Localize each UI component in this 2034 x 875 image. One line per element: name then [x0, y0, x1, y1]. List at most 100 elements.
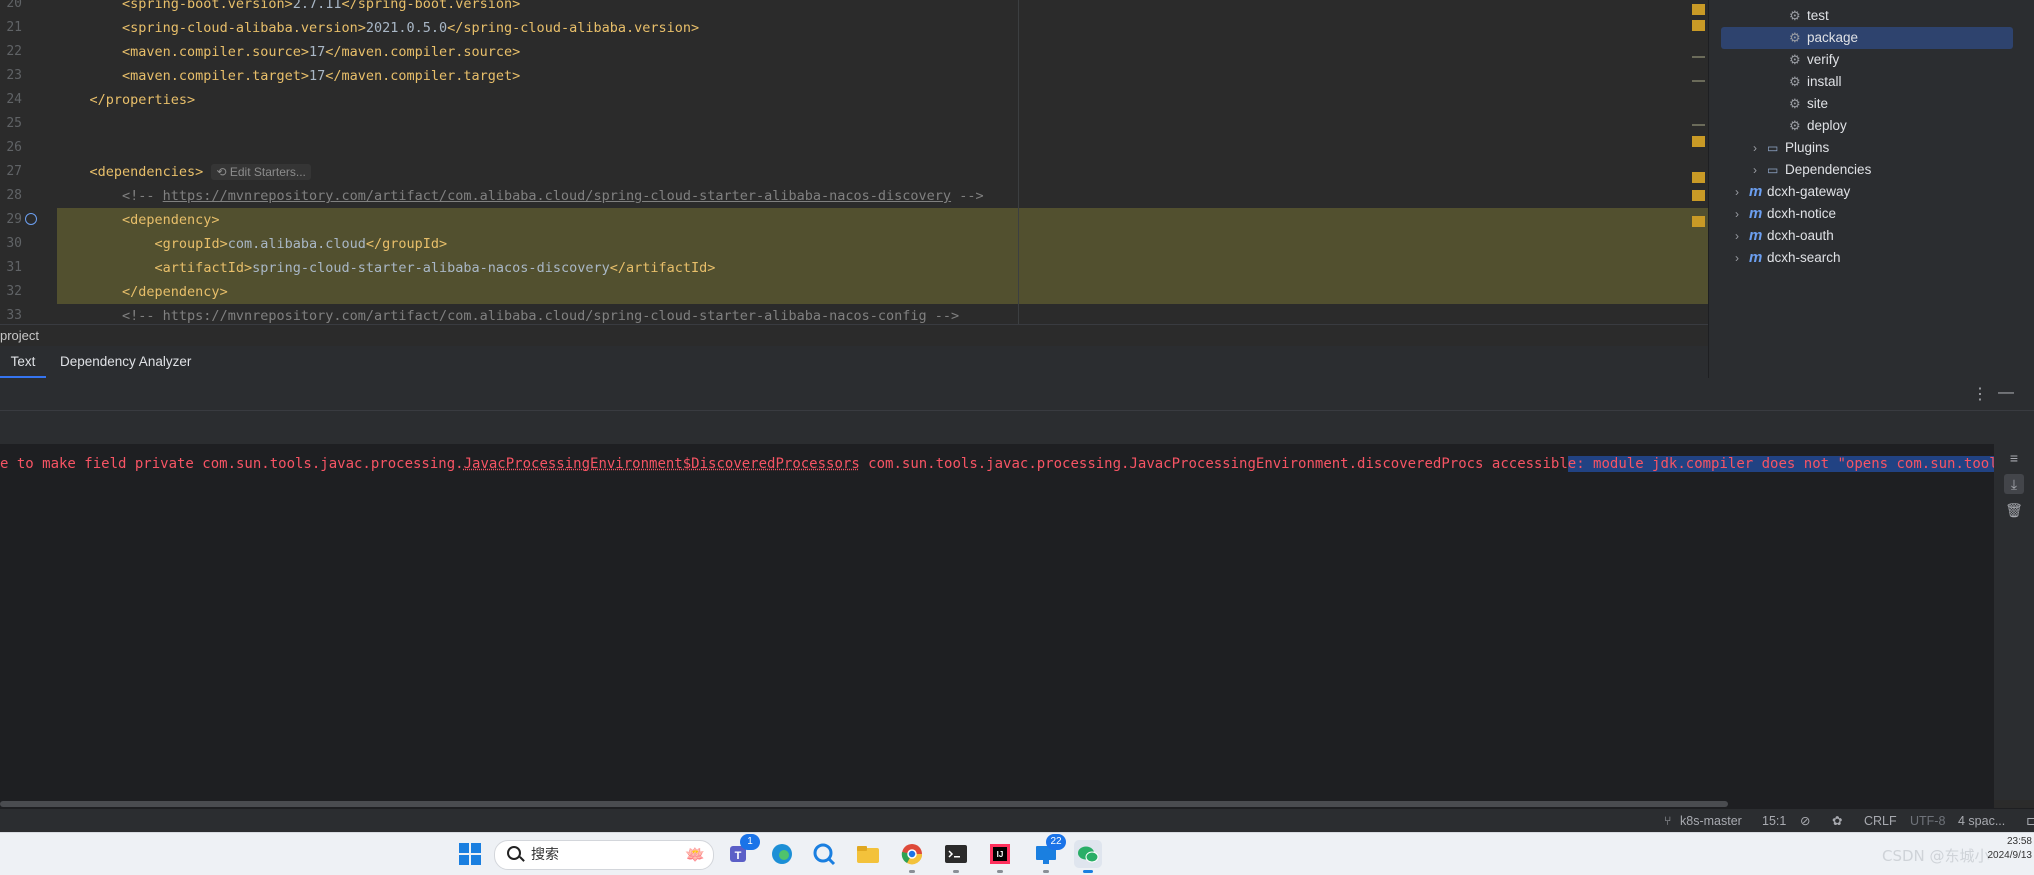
breadcrumb[interactable]: project [0, 324, 1708, 347]
warning-marker[interactable] [1692, 20, 1705, 31]
warning-marker[interactable] [1692, 4, 1705, 15]
terminal-icon[interactable] [942, 840, 970, 873]
code-line[interactable]: <spring-cloud-alibaba.version>2021.0.5.0… [57, 16, 1708, 40]
breadcrumb-item[interactable]: project [0, 328, 39, 343]
maven-lifecycle-deploy[interactable]: ⚙ deploy [1789, 115, 1847, 137]
lifecycle-label: site [1807, 96, 1829, 111]
teams-icon[interactable]: T 1 [726, 834, 760, 868]
code-line[interactable]: <maven.compiler.source>17</maven.compile… [57, 40, 1708, 64]
maven-folder-plugins[interactable]: › ▭ Plugins [1753, 137, 1829, 159]
xml-text: 17 [308, 68, 326, 84]
selected-error-text[interactable]: e: module jdk.compiler does not "opens c… [1567, 456, 1994, 472]
tab-text[interactable]: Text [0, 346, 46, 378]
xml-close-tag: </groupId> [365, 236, 448, 252]
git-branch[interactable]: k8s-master [1680, 809, 1742, 833]
running-indicator [997, 870, 1003, 873]
code-line[interactable]: <spring-boot.version>2.7.11</spring-boot… [57, 0, 1708, 16]
maven-module-dcxh-notice[interactable]: › m dcxh-notice [1735, 203, 1836, 225]
maven-module-icon: m [1749, 227, 1763, 244]
code-line[interactable]: </properties> [57, 88, 1708, 112]
error-stripe[interactable] [1690, 0, 1706, 324]
xml-comment: <!-- https://mvnrepository.com/artifact/… [122, 308, 960, 324]
scroll-to-end-icon[interactable]: ⤓ [2004, 474, 2024, 494]
maven-lifecycle-site[interactable]: ⚙ site [1789, 93, 1828, 115]
code-line[interactable] [57, 112, 1708, 136]
code-line[interactable] [57, 136, 1708, 160]
code-line[interactable]: <maven.compiler.target>17</maven.compile… [57, 64, 1708, 88]
caret-position[interactable]: 15:1 [1762, 809, 1786, 833]
more-options-icon[interactable]: ⋮ [1972, 384, 1988, 404]
code-line[interactable]: <dependencies> ⟲ Edit Starters... [57, 160, 1708, 184]
error-class-link[interactable]: JavacProcessingEnvironment$DiscoveredPro… [464, 456, 860, 472]
windows-start-icon[interactable] [456, 840, 484, 868]
no-highlight-icon[interactable]: ⊘ [1800, 809, 1810, 833]
module-label: dcxh-gateway [1767, 184, 1851, 199]
horizontal-scrollbar[interactable] [0, 800, 1994, 808]
chevron-right-icon[interactable]: › [1753, 137, 1767, 159]
warning-marker[interactable] [1692, 216, 1705, 227]
warning-marker[interactable] [1692, 172, 1705, 183]
error-line[interactable]: e to make field private com.sun.tools.ja… [0, 454, 1994, 474]
scrollbar-thumb[interactable] [0, 801, 1728, 807]
lifecycle-label: package [1807, 30, 1859, 45]
maven-module-dcxh-gateway[interactable]: › m dcxh-gateway [1735, 181, 1850, 203]
code-line[interactable]: <artifactId>spring-cloud-starter-alibaba… [57, 256, 1708, 280]
code-editor[interactable]: 20 21 22 23 24 25 26 27 28 29 30 31 32 33 <spring-boo… [0, 0, 1708, 324]
code-line[interactable]: <!-- https://mvnrepository.com/artifact/… [57, 184, 1708, 208]
lock-icon[interactable]: ⊏ [2026, 809, 2034, 833]
wechat-icon[interactable] [1074, 840, 1102, 873]
chevron-right-icon[interactable]: › [1735, 247, 1749, 269]
code-line[interactable]: <!-- https://mvnrepository.com/artifact/… [57, 304, 1708, 324]
minimize-icon[interactable]: — [1998, 384, 2014, 402]
warning-marker[interactable] [1692, 190, 1705, 201]
intellij-icon[interactable]: IJ [986, 840, 1014, 873]
system-clock[interactable]: 23:58 2024/9/13 [1980, 835, 2033, 863]
comment-url-link[interactable]: https://mvnrepository.com/artifact/com.a… [163, 188, 951, 204]
warning-marker[interactable] [1692, 136, 1705, 147]
trash-icon[interactable]: 🗑 [2004, 500, 2024, 520]
csdn-watermark: CSDN @东城小 [1882, 847, 1990, 865]
status-bar: ⑂ k8s-master 15:1 ⊘ ✿ CRLF UTF-8 4 spac.… [0, 808, 2034, 833]
line-ending[interactable]: CRLF [1864, 809, 1897, 833]
chevron-right-icon[interactable]: › [1735, 225, 1749, 247]
lotus-icon: 🪷 [685, 847, 705, 864]
maven-folder-dependencies[interactable]: › ▭ Dependencies [1753, 159, 1871, 181]
soft-wrap-icon[interactable]: ≡ [2004, 448, 2024, 468]
code-line[interactable]: <groupId>com.alibaba.cloud</groupId> [57, 232, 1708, 256]
search-icon [507, 846, 521, 860]
chrome-icon[interactable] [898, 840, 926, 873]
chevron-right-icon[interactable]: › [1753, 159, 1767, 181]
build-console-output[interactable]: e to make field private com.sun.tools.ja… [0, 444, 1994, 800]
lifecycle-label: install [1807, 74, 1842, 89]
indent-setting[interactable]: 4 spac... [1958, 809, 2005, 833]
implemented-gutter-icon[interactable] [25, 213, 37, 225]
feedback-icon[interactable] [810, 840, 838, 868]
file-explorer-icon[interactable] [854, 840, 882, 868]
paw-icon[interactable]: ✿ [1832, 809, 1842, 833]
code-line[interactable]: </dependency> [57, 280, 1708, 304]
edit-starters-hint[interactable]: ⟲ Edit Starters... [211, 164, 311, 180]
edge-icon[interactable] [768, 840, 796, 868]
maven-lifecycle-package[interactable]: ⚙ package [1721, 27, 2013, 49]
maven-module-dcxh-oauth[interactable]: › m dcxh-oauth [1735, 225, 1834, 247]
maven-module-dcxh-search[interactable]: › m dcxh-search [1735, 247, 1841, 269]
line-number: 33 [6, 308, 22, 323]
xml-close-tag: </maven.compiler.target> [325, 68, 521, 84]
maven-lifecycle-install[interactable]: ⚙ install [1789, 71, 1842, 93]
remote-desktop-icon[interactable]: 22 [1032, 834, 1066, 873]
maven-lifecycle-verify[interactable]: ⚙ verify [1789, 49, 1839, 71]
line-number: 27 [6, 164, 22, 179]
error-text: com.sun.tools.javac.processing.JavacProc… [859, 456, 1568, 472]
code-line[interactable]: <dependency> [57, 208, 1708, 232]
maven-lifecycle-test[interactable]: ⚙ test [1789, 5, 1829, 27]
taskbar-search-box[interactable]: 搜索 🪷 [494, 840, 714, 870]
chevron-right-icon[interactable]: › [1735, 181, 1749, 203]
chevron-right-icon[interactable]: › [1735, 203, 1749, 225]
file-encoding[interactable]: UTF-8 [1910, 809, 1945, 833]
tab-dependency-analyzer[interactable]: Dependency Analyzer [60, 346, 191, 376]
